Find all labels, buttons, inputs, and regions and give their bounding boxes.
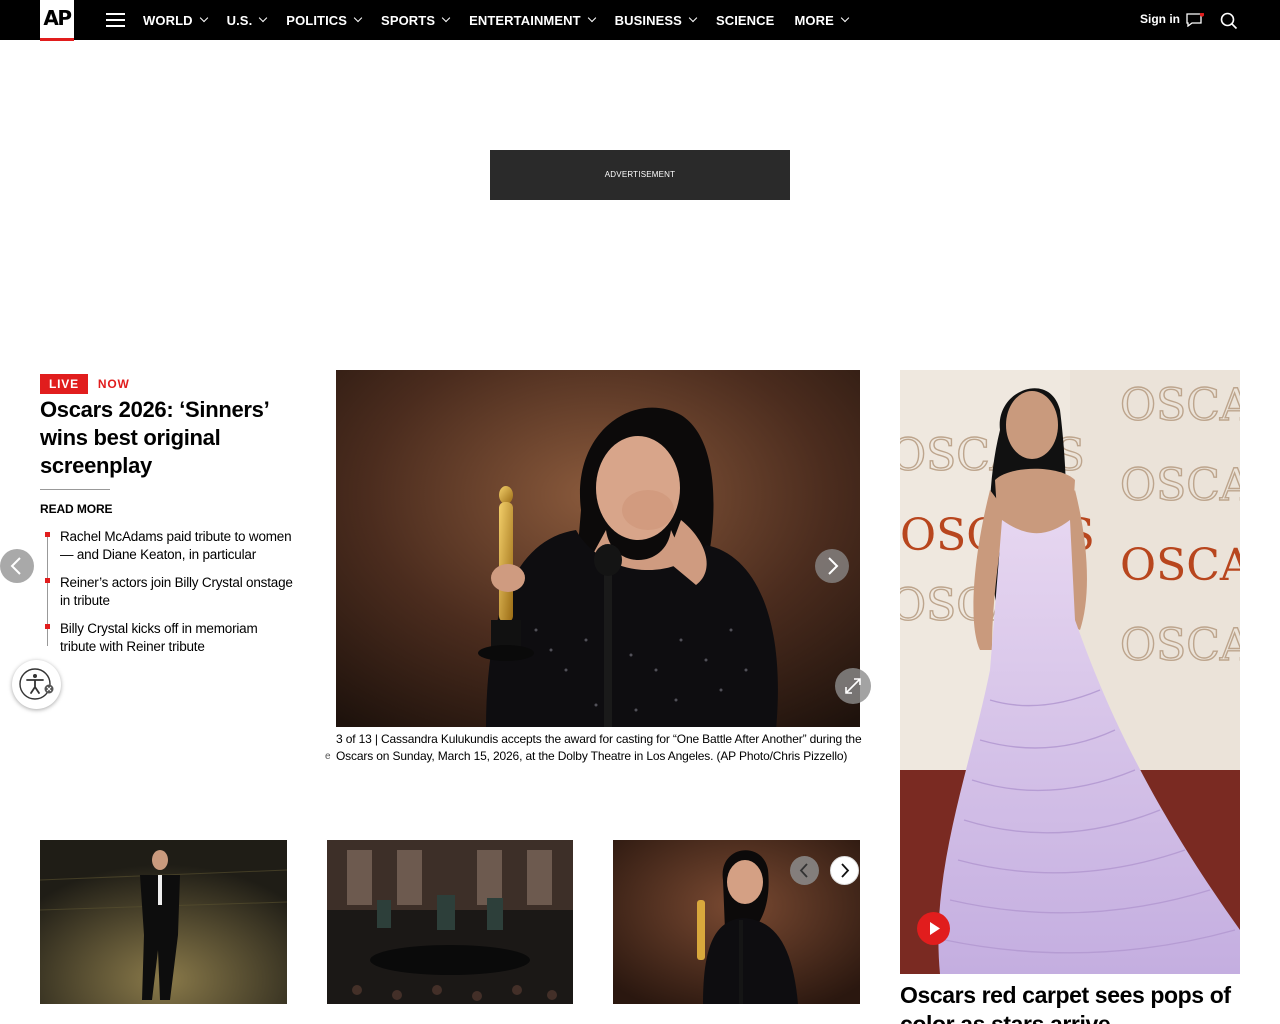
play-video-button[interactable] bbox=[917, 912, 950, 945]
chevron-left-icon bbox=[799, 863, 808, 878]
nav-item-sports[interactable]: SPORTS bbox=[381, 12, 451, 28]
chevron-down-icon bbox=[199, 13, 208, 23]
nav-item-label: POLITICS bbox=[286, 12, 348, 28]
photo-counter: 3 of 13 bbox=[336, 732, 372, 746]
caption-separator: | bbox=[374, 732, 378, 746]
read-more-link[interactable]: READ MORE bbox=[40, 502, 113, 516]
backdrop-text: OSCARS bbox=[1120, 540, 1240, 591]
bullet-marker bbox=[45, 578, 50, 583]
ap-logo[interactable]: AP bbox=[40, 0, 74, 41]
logo-text: AP bbox=[43, 6, 72, 30]
nav-item-us[interactable]: U.S. bbox=[226, 12, 268, 28]
caption-text: Cassandra Kulukundis accepts the award f… bbox=[336, 732, 862, 763]
nav-item-science[interactable]: SCIENCE bbox=[716, 13, 775, 28]
search-icon[interactable] bbox=[1220, 12, 1238, 30]
chevron-right-icon bbox=[841, 863, 850, 878]
sign-in-link[interactable]: Sign in bbox=[1140, 12, 1180, 26]
advertisement-banner[interactable]: ADVERTISEMENT bbox=[490, 150, 790, 200]
chevron-down-icon bbox=[587, 13, 596, 23]
nav-item-label: SCIENCE bbox=[715, 12, 775, 28]
photo-carousel-image[interactable] bbox=[336, 370, 860, 727]
feature-video-image[interactable]: OSCARS OSCARS OSCARS OSCARS OSCARS OSCAR… bbox=[900, 370, 1240, 974]
live-badge: LIVE NOW bbox=[40, 373, 130, 395]
caption-edge-letter: e bbox=[325, 751, 331, 762]
menu-icon[interactable] bbox=[106, 13, 125, 27]
advertisement-label: ADVERTISEMENT bbox=[604, 170, 676, 179]
chevron-down-icon bbox=[259, 13, 268, 23]
nav-item-label: WORLD bbox=[143, 12, 193, 28]
accessibility-button[interactable] bbox=[12, 660, 61, 709]
thumbnail-photo bbox=[40, 840, 287, 1004]
backdrop-text: OSCARS bbox=[1120, 460, 1240, 511]
chevron-right-icon bbox=[828, 557, 839, 575]
related-story-text: Rachel McAdams paid tribute to women — a… bbox=[60, 529, 292, 562]
thumbnail-photo bbox=[327, 840, 573, 1004]
related-story-text: Reiner’s actors join Billy Crystal onsta… bbox=[60, 575, 293, 608]
nav-item-world[interactable]: WORLD bbox=[143, 12, 208, 28]
thumbnail-photo bbox=[613, 840, 860, 1004]
live-now-label: NOW bbox=[97, 377, 130, 391]
thumbnails-next-button[interactable] bbox=[830, 856, 859, 885]
message-icon[interactable] bbox=[1186, 13, 1204, 27]
feature-photo: OSCARS OSCARS OSCARS OSCARS OSCARS OSCAR… bbox=[900, 370, 1240, 974]
nav-item-label: BUSINESS bbox=[614, 12, 682, 28]
divider bbox=[40, 489, 110, 490]
bullet-marker bbox=[45, 624, 50, 629]
story-thumbnail[interactable] bbox=[613, 840, 860, 1004]
nav-item-business[interactable]: BUSINESS bbox=[614, 12, 698, 28]
related-story-link[interactable]: Billy Crystal kicks off in memoriam trib… bbox=[40, 620, 295, 656]
accessibility-icon bbox=[19, 668, 54, 700]
chevron-down-icon bbox=[353, 13, 363, 23]
fullscreen-button[interactable] bbox=[835, 668, 871, 704]
story-thumbnail[interactable] bbox=[327, 840, 573, 1004]
expand-icon bbox=[845, 678, 861, 694]
nav-item-label: MORE bbox=[794, 12, 834, 28]
nav-item-entertainment[interactable]: ENTERTAINMENT bbox=[469, 12, 596, 28]
bullet-marker bbox=[45, 532, 50, 537]
nav-item-more[interactable]: MORE bbox=[794, 12, 850, 28]
live-label: LIVE bbox=[40, 374, 88, 394]
related-story-text: Billy Crystal kicks off in memoriam trib… bbox=[60, 621, 258, 654]
thumbnails-previous-button[interactable] bbox=[790, 856, 819, 885]
related-story-link[interactable]: Reiner’s actors join Billy Crystal onsta… bbox=[40, 574, 295, 610]
play-icon bbox=[930, 922, 940, 935]
nav-menu: WORLD U.S. POLITICS SPORTS ENTERTAINMENT… bbox=[143, 0, 868, 40]
chevron-down-icon bbox=[688, 13, 698, 23]
photo-caption: 3 of 13 | Cassandra Kulukundis accepts t… bbox=[336, 731, 866, 765]
related-story-link[interactable]: Rachel McAdams paid tribute to women — a… bbox=[40, 528, 295, 564]
backdrop-text: OSCARS bbox=[1120, 620, 1240, 671]
nav-item-label: SPORTS bbox=[381, 12, 436, 28]
carousel-next-button[interactable] bbox=[815, 549, 849, 583]
related-stories-list: Rachel McAdams paid tribute to women — a… bbox=[40, 528, 295, 666]
story-thumbnail[interactable] bbox=[40, 840, 287, 1004]
nav-item-label: ENTERTAINMENT bbox=[469, 12, 581, 28]
feature-headline[interactable]: Oscars red carpet sees pops of color as … bbox=[900, 981, 1240, 1024]
chevron-down-icon bbox=[441, 13, 451, 23]
carousel-previous-button[interactable] bbox=[0, 549, 34, 583]
chevron-down-icon bbox=[840, 13, 850, 23]
nav-item-label: U.S. bbox=[226, 12, 253, 28]
backdrop-text: OSCARS bbox=[1120, 380, 1240, 431]
chevron-left-icon bbox=[10, 557, 21, 575]
lead-headline[interactable]: Oscars 2026: ‘Sinners’ wins best origina… bbox=[40, 396, 295, 480]
nav-item-politics[interactable]: POLITICS bbox=[286, 12, 363, 28]
top-navigation: AP WORLD U.S. POLITICS SPORTS ENTERTAINM… bbox=[0, 0, 1280, 41]
carousel-photo bbox=[336, 370, 860, 727]
